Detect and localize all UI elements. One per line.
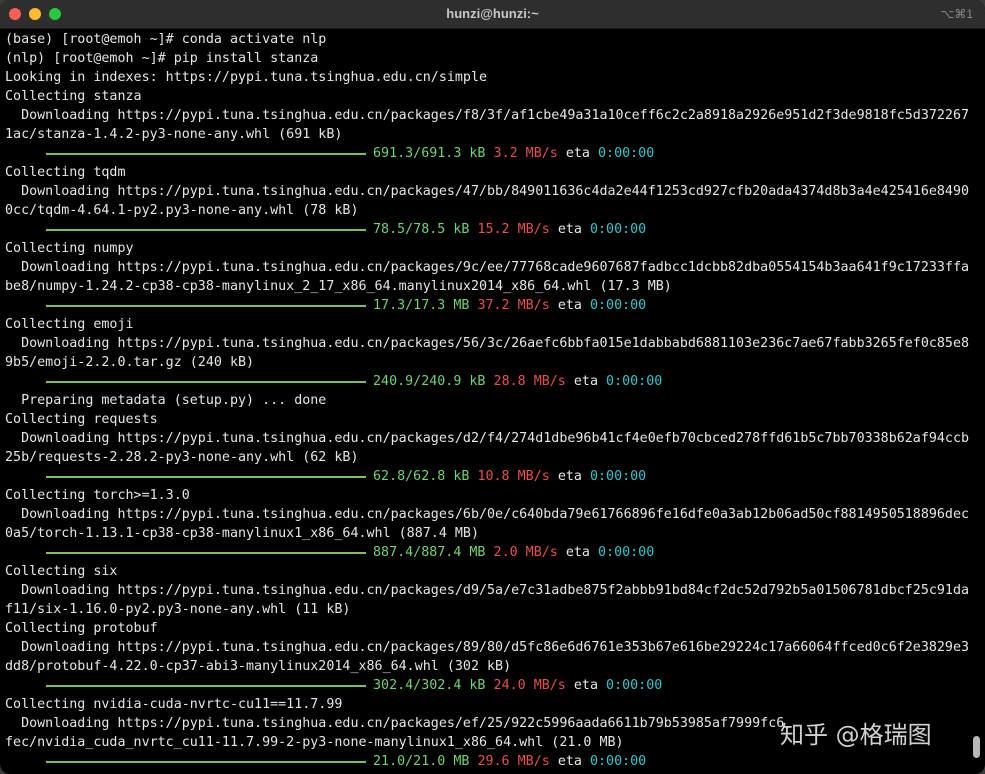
terminal-line: (base) [root@emoh ~]# conda activate nlp — [5, 32, 327, 47]
title-bar: hunzi@hunzi:~ ⌥⌘1 — [0, 0, 985, 29]
eta-value: 0:00:00 — [606, 374, 663, 389]
terminal-line: (nlp) [root@emoh ~]# pip install stanza — [5, 51, 319, 66]
window-title: hunzi@hunzi:~ — [446, 6, 539, 21]
progress-bar — [46, 685, 366, 687]
terminal-line: Downloading https://pypi.tuna.tsinghua.e… — [5, 260, 970, 275]
progress-bar — [46, 761, 366, 763]
terminal-line: Collecting emoji — [5, 317, 134, 332]
eta-value: 0:00:00 — [606, 678, 663, 693]
terminal-line: Downloading https://pypi.tuna.tsinghua.e… — [5, 431, 970, 446]
terminal-line: f11/six-1.16.0-py2.py3-none-any.whl (11 … — [5, 602, 351, 617]
terminal-line: Downloading https://pypi.tuna.tsinghua.e… — [5, 184, 970, 199]
download-progress-line: 240.9/240.9 kB 28.8 MB/s eta 0:00:00 — [5, 372, 973, 391]
terminal-line: Downloading https://pypi.tuna.tsinghua.e… — [5, 108, 970, 123]
terminal-line: 9b5/emoji-2.2.0.tar.gz (240 kB) — [5, 355, 255, 370]
download-progress-line: 17.3/17.3 MB 37.2 MB/s eta 0:00:00 — [5, 296, 973, 315]
progress-bar — [46, 552, 366, 554]
eta-label: eta — [557, 469, 582, 484]
eta-value: 0:00:00 — [589, 298, 647, 313]
terminal-line: Downloading https://pypi.tuna.tsinghua.e… — [5, 583, 970, 598]
scrollbar-thumb[interactable] — [973, 736, 980, 758]
terminal-output[interactable]: (base) [root@emoh ~]# conda activate nlp… — [5, 30, 973, 774]
download-size: 62.8/62.8 kB — [373, 469, 470, 484]
eta-label: eta — [565, 146, 590, 161]
progress-text: 17.3/17.3 MB 37.2 MB/s eta 0:00:00 — [373, 296, 646, 315]
terminal-line: 25b/requests-2.28.2-py3-none-any.whl (62… — [5, 450, 359, 465]
download-rate: 28.8 MB/s — [493, 374, 566, 389]
terminal-line: Collecting torch>=1.3.0 — [5, 488, 190, 503]
progress-bar — [46, 153, 366, 155]
terminal-line: Preparing metadata (setup.py) ... done — [5, 393, 327, 408]
download-size: 78.5/78.5 kB — [373, 222, 470, 237]
terminal-line: Looking in indexes: https://pypi.tuna.ts… — [5, 70, 488, 85]
terminal-line: Downloading https://pypi.tuna.tsinghua.e… — [5, 336, 970, 351]
terminal-line: Downloading https://pypi.tuna.tsinghua.e… — [5, 507, 970, 522]
terminal-line: Collecting requests — [5, 412, 158, 427]
download-size: 887.4/887.4 MB — [373, 545, 486, 560]
eta-value: 0:00:00 — [589, 469, 647, 484]
terminal-line: 1ac/stanza-1.4.2-py3-none-any.whl (691 k… — [5, 127, 343, 142]
terminal-window: hunzi@hunzi:~ ⌥⌘1 (base) [root@emoh ~]# … — [0, 0, 985, 774]
terminal-line: 0a5/torch-1.13.1-cp38-cp38-manylinux1_x8… — [5, 526, 479, 541]
download-rate: 2.0 MB/s — [493, 545, 558, 560]
download-progress-line: 691.3/691.3 kB 3.2 MB/s eta 0:00:00 — [5, 144, 973, 163]
eta-label: eta — [573, 678, 598, 693]
eta-value: 0:00:00 — [589, 222, 647, 237]
window-shortcut-label: ⌥⌘1 — [940, 7, 973, 21]
download-rate: 37.2 MB/s — [477, 298, 550, 313]
download-rate: 24.0 MB/s — [493, 678, 566, 693]
terminal-line: 0cc/tqdm-4.64.1-py2.py3-none-any.whl (78… — [5, 203, 359, 218]
eta-value: 0:00:00 — [598, 146, 655, 161]
progress-text: 21.0/21.0 MB 29.6 MB/s eta 0:00:00 — [373, 752, 646, 771]
terminal-line: Collecting nvidia-cuda-nvrtc-cu11==11.7.… — [5, 697, 343, 712]
terminal-line: Collecting six — [5, 564, 118, 579]
download-size: 240.9/240.9 kB — [373, 374, 486, 389]
progress-text: 691.3/691.3 kB 3.2 MB/s eta 0:00:00 — [373, 144, 654, 163]
eta-label: eta — [565, 545, 590, 560]
download-size: 302.4/302.4 kB — [373, 678, 486, 693]
progress-text: 62.8/62.8 kB 10.8 MB/s eta 0:00:00 — [373, 467, 646, 486]
progress-text: 240.9/240.9 kB 28.8 MB/s eta 0:00:00 — [373, 372, 662, 391]
eta-value: 0:00:00 — [598, 545, 655, 560]
progress-bar — [46, 476, 366, 478]
progress-bar — [46, 229, 366, 231]
download-progress-line: 302.4/302.4 kB 24.0 MB/s eta 0:00:00 — [5, 676, 973, 695]
download-progress-line: 887.4/887.4 MB 2.0 MB/s eta 0:00:00 — [5, 543, 973, 562]
download-rate: 3.2 MB/s — [493, 146, 558, 161]
terminal-line: Collecting protobuf — [5, 621, 158, 636]
terminal-line: Collecting stanza — [5, 89, 142, 104]
terminal-line: Collecting numpy — [5, 241, 134, 256]
download-size: 21.0/21.0 MB — [373, 754, 470, 769]
download-rate: 29.6 MB/s — [477, 754, 550, 769]
download-rate: 15.2 MB/s — [477, 222, 550, 237]
progress-text: 887.4/887.4 MB 2.0 MB/s eta 0:00:00 — [373, 543, 654, 562]
watermark: 知乎 @格瑞图 — [780, 721, 932, 749]
download-size: 17.3/17.3 MB — [373, 298, 470, 313]
terminal-line: Downloading https://pypi.tuna.tsinghua.e… — [5, 640, 970, 655]
eta-label: eta — [557, 222, 582, 237]
eta-value: 0:00:00 — [589, 754, 647, 769]
download-size: 691.3/691.3 kB — [373, 146, 486, 161]
download-progress-line: 21.0/21.0 MB 29.6 MB/s eta 0:00:00 — [5, 752, 973, 771]
progress-text: 302.4/302.4 kB 24.0 MB/s eta 0:00:00 — [373, 676, 662, 695]
download-rate: 10.8 MB/s — [477, 469, 550, 484]
eta-label: eta — [557, 298, 582, 313]
terminal-line: Collecting tqdm — [5, 165, 126, 180]
download-progress-line: 62.8/62.8 kB 10.8 MB/s eta 0:00:00 — [5, 467, 973, 486]
terminal-line: dd8/protobuf-4.22.0-cp37-abi3-manylinux2… — [5, 659, 512, 674]
eta-label: eta — [557, 754, 582, 769]
progress-bar — [46, 305, 366, 307]
eta-label: eta — [573, 374, 598, 389]
progress-bar — [46, 381, 366, 383]
download-progress-line: 78.5/78.5 kB 15.2 MB/s eta 0:00:00 — [5, 220, 973, 239]
progress-text: 78.5/78.5 kB 15.2 MB/s eta 0:00:00 — [373, 220, 646, 239]
terminal-line: be8/numpy-1.24.2-cp38-cp38-manylinux_2_1… — [5, 279, 672, 294]
